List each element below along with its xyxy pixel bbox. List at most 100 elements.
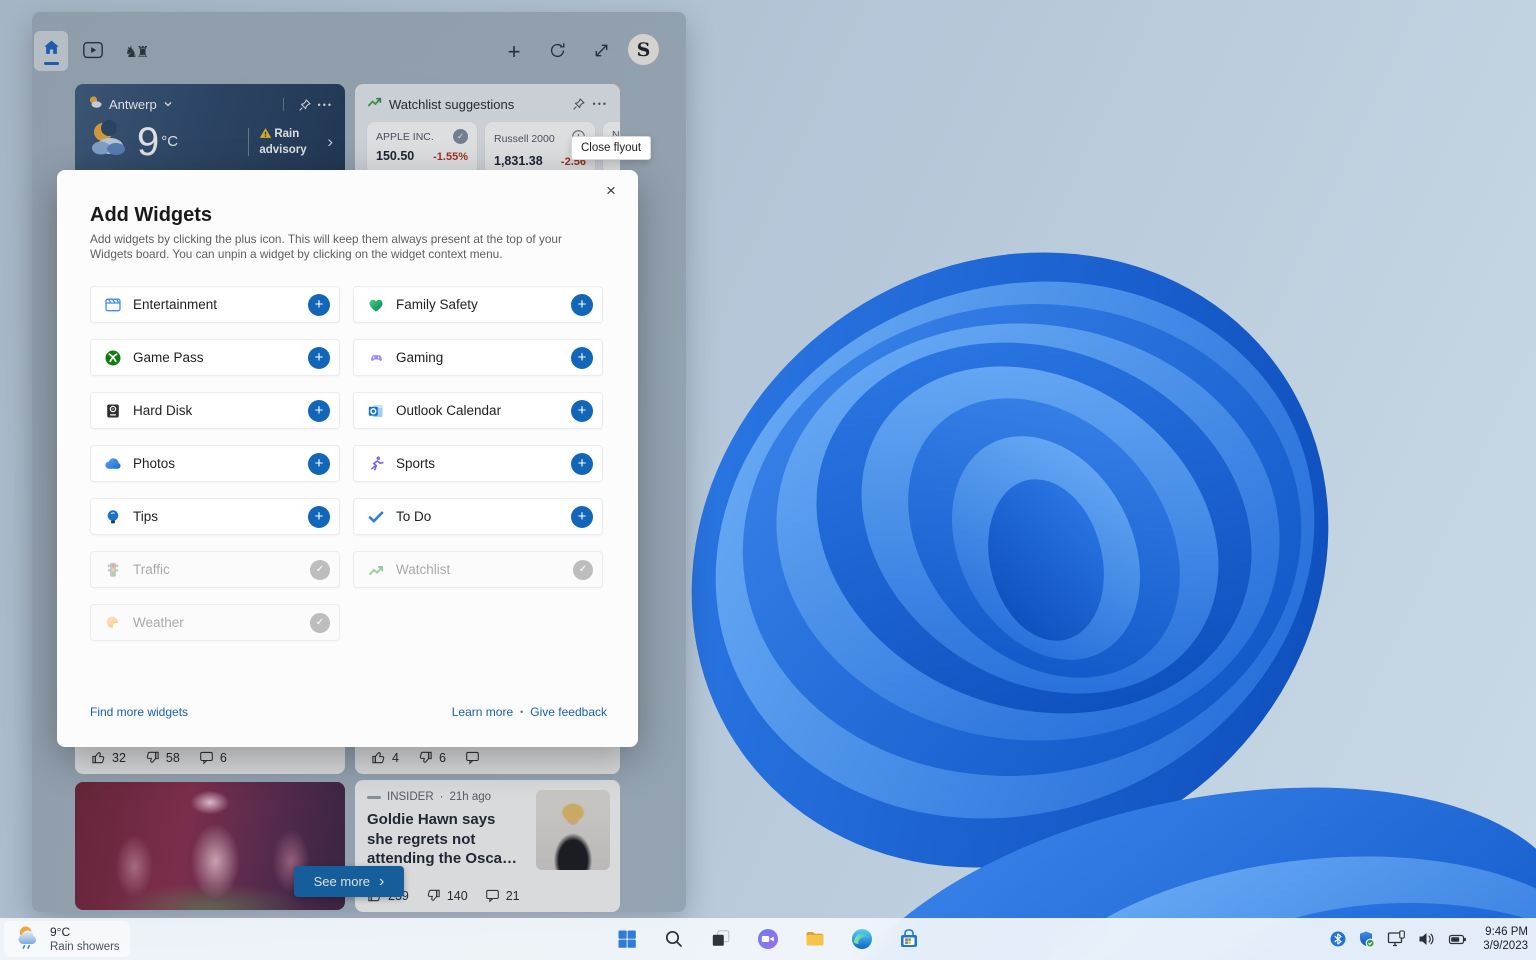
file-explorer-button[interactable] bbox=[799, 923, 831, 955]
security-shield-icon[interactable] bbox=[1357, 930, 1375, 948]
check-icon: ✓ bbox=[316, 617, 324, 628]
more-options-icon[interactable]: ••• bbox=[593, 99, 608, 109]
microsoft-store-button[interactable] bbox=[893, 923, 925, 955]
sun-cloud-icon bbox=[103, 613, 123, 633]
plus-icon: + bbox=[315, 349, 324, 366]
add-widget-button[interactable]: + bbox=[308, 294, 330, 316]
outlook-calendar-icon bbox=[366, 401, 386, 421]
widget-tile-to-do[interactable]: To Do + bbox=[353, 498, 603, 535]
widget-tile-traffic[interactable]: Traffic ✓ bbox=[90, 551, 340, 588]
trend-up-icon bbox=[366, 560, 386, 580]
widget-tile-label: Entertainment bbox=[133, 297, 308, 312]
added-check-icon[interactable]: ✓ bbox=[453, 129, 468, 144]
weather-location[interactable]: Antwerp bbox=[109, 97, 157, 112]
display-device-icon[interactable] bbox=[1386, 929, 1406, 949]
see-more-button[interactable]: See more › bbox=[294, 866, 404, 897]
stock-card-apple[interactable]: APPLE INC. ✓ 150.50 -1.55% bbox=[367, 122, 477, 175]
dislike-stat[interactable]: 6 bbox=[418, 750, 446, 765]
add-widget-button[interactable]: + bbox=[308, 347, 330, 369]
divider bbox=[283, 98, 284, 111]
widget-tile-label: Photos bbox=[133, 456, 308, 471]
search-icon bbox=[662, 927, 686, 951]
stock-change: -1.55% bbox=[433, 151, 468, 163]
pin-icon[interactable] bbox=[572, 97, 586, 111]
close-flyout-tooltip: Close flyout bbox=[571, 136, 651, 160]
cloud-photos-icon bbox=[103, 454, 123, 474]
games-tab-button[interactable]: ♞♜ bbox=[120, 38, 152, 66]
add-widget-button[interactable]: + bbox=[571, 506, 593, 528]
widget-tile-label: Sports bbox=[396, 456, 571, 471]
moon-cloud-icon bbox=[87, 119, 131, 164]
close-dialog-button[interactable]: × bbox=[596, 176, 626, 206]
widget-tile-watchlist[interactable]: Watchlist ✓ bbox=[353, 551, 603, 588]
give-feedback-link[interactable]: Give feedback bbox=[530, 705, 607, 719]
chevron-right-icon: › bbox=[379, 877, 384, 887]
xbox-game-pass-icon bbox=[103, 348, 123, 368]
folder-icon bbox=[803, 927, 827, 951]
news-thumbnail bbox=[536, 790, 610, 870]
like-stat[interactable]: 4 bbox=[371, 750, 399, 765]
like-count: 4 bbox=[392, 751, 399, 765]
dislike-stat[interactable]: 58 bbox=[145, 750, 180, 765]
add-widget-toolbar-button[interactable]: + bbox=[500, 38, 528, 66]
plus-icon: + bbox=[315, 508, 324, 525]
add-widget-button[interactable]: + bbox=[571, 400, 593, 422]
widget-tile-sports[interactable]: Sports + bbox=[353, 445, 603, 482]
media-tab-button[interactable] bbox=[80, 39, 106, 65]
widget-tile-weather[interactable]: Weather ✓ bbox=[90, 604, 340, 641]
more-options-icon[interactable]: ••• bbox=[318, 100, 333, 110]
bluetooth-icon[interactable] bbox=[1330, 931, 1346, 947]
widget-tile-game-pass[interactable]: Game Pass + bbox=[90, 339, 340, 376]
search-button[interactable] bbox=[658, 923, 690, 955]
thumbs-down-icon bbox=[426, 888, 441, 903]
add-widget-button[interactable]: + bbox=[571, 347, 593, 369]
home-tab-button[interactable] bbox=[34, 31, 68, 71]
stock-price: 150.50 bbox=[376, 149, 414, 163]
widget-tile-entertainment[interactable]: Entertainment + bbox=[90, 286, 340, 323]
chevron-right-icon[interactable]: › bbox=[327, 132, 333, 152]
widget-tile-family-safety[interactable]: Family Safety + bbox=[353, 286, 603, 323]
widget-tile-outlook-calendar[interactable]: Outlook Calendar + bbox=[353, 392, 603, 429]
comment-stat[interactable]: 21 bbox=[485, 888, 520, 903]
widget-tile-gaming[interactable]: Gaming + bbox=[353, 339, 603, 376]
expand-button[interactable] bbox=[588, 39, 614, 65]
chat-button[interactable] bbox=[752, 923, 784, 955]
stock-name: Russell 2000 bbox=[494, 133, 555, 145]
add-widget-button[interactable]: + bbox=[308, 453, 330, 475]
add-widget-button[interactable]: + bbox=[308, 400, 330, 422]
pin-icon[interactable] bbox=[298, 98, 312, 112]
task-view-button[interactable] bbox=[705, 923, 737, 955]
widget-tile-label: Traffic bbox=[133, 562, 310, 577]
plus-icon: + bbox=[315, 296, 324, 313]
start-button[interactable] bbox=[611, 923, 643, 955]
news-headline[interactable]: Goldie Hawn says she regrets not attendi… bbox=[367, 810, 519, 869]
comment-stat[interactable]: 6 bbox=[199, 750, 227, 765]
widget-tile-label: Weather bbox=[133, 615, 310, 630]
comment-stat[interactable] bbox=[465, 750, 486, 765]
like-stat[interactable]: 32 bbox=[91, 750, 126, 765]
widget-tile-photos[interactable]: Photos + bbox=[90, 445, 340, 482]
weather-alert[interactable]: Rain advisory bbox=[259, 127, 323, 157]
add-widget-button[interactable]: + bbox=[571, 453, 593, 475]
add-widget-button[interactable]: + bbox=[308, 506, 330, 528]
add-widget-button[interactable]: + bbox=[571, 294, 593, 316]
find-more-widgets-link[interactable]: Find more widgets bbox=[90, 705, 188, 719]
edge-browser-button[interactable] bbox=[846, 923, 878, 955]
avatar-initial: S bbox=[637, 39, 651, 61]
comment-icon bbox=[199, 750, 214, 765]
widget-tile-tips[interactable]: Tips + bbox=[90, 498, 340, 535]
chat-camera-icon bbox=[756, 927, 780, 951]
dislike-count: 58 bbox=[166, 751, 180, 765]
dialog-description: Add widgets by clicking the plus icon. T… bbox=[90, 232, 604, 262]
user-avatar[interactable]: S bbox=[628, 34, 659, 65]
refresh-button[interactable] bbox=[544, 39, 570, 65]
learn-more-link[interactable]: Learn more bbox=[452, 705, 513, 719]
taskbar-clock[interactable]: 9:46 PM 3/9/2023 bbox=[1483, 925, 1528, 953]
widget-tile-hard-disk[interactable]: Hard Disk + bbox=[90, 392, 340, 429]
warning-triangle-icon bbox=[259, 127, 272, 143]
volume-icon[interactable] bbox=[1417, 929, 1437, 949]
widget-tile-label: Tips bbox=[133, 509, 308, 524]
taskbar-weather-widget[interactable]: 9°C Rain showers bbox=[4, 921, 130, 957]
dislike-stat[interactable]: 140 bbox=[426, 888, 468, 903]
battery-icon[interactable] bbox=[1448, 930, 1467, 949]
